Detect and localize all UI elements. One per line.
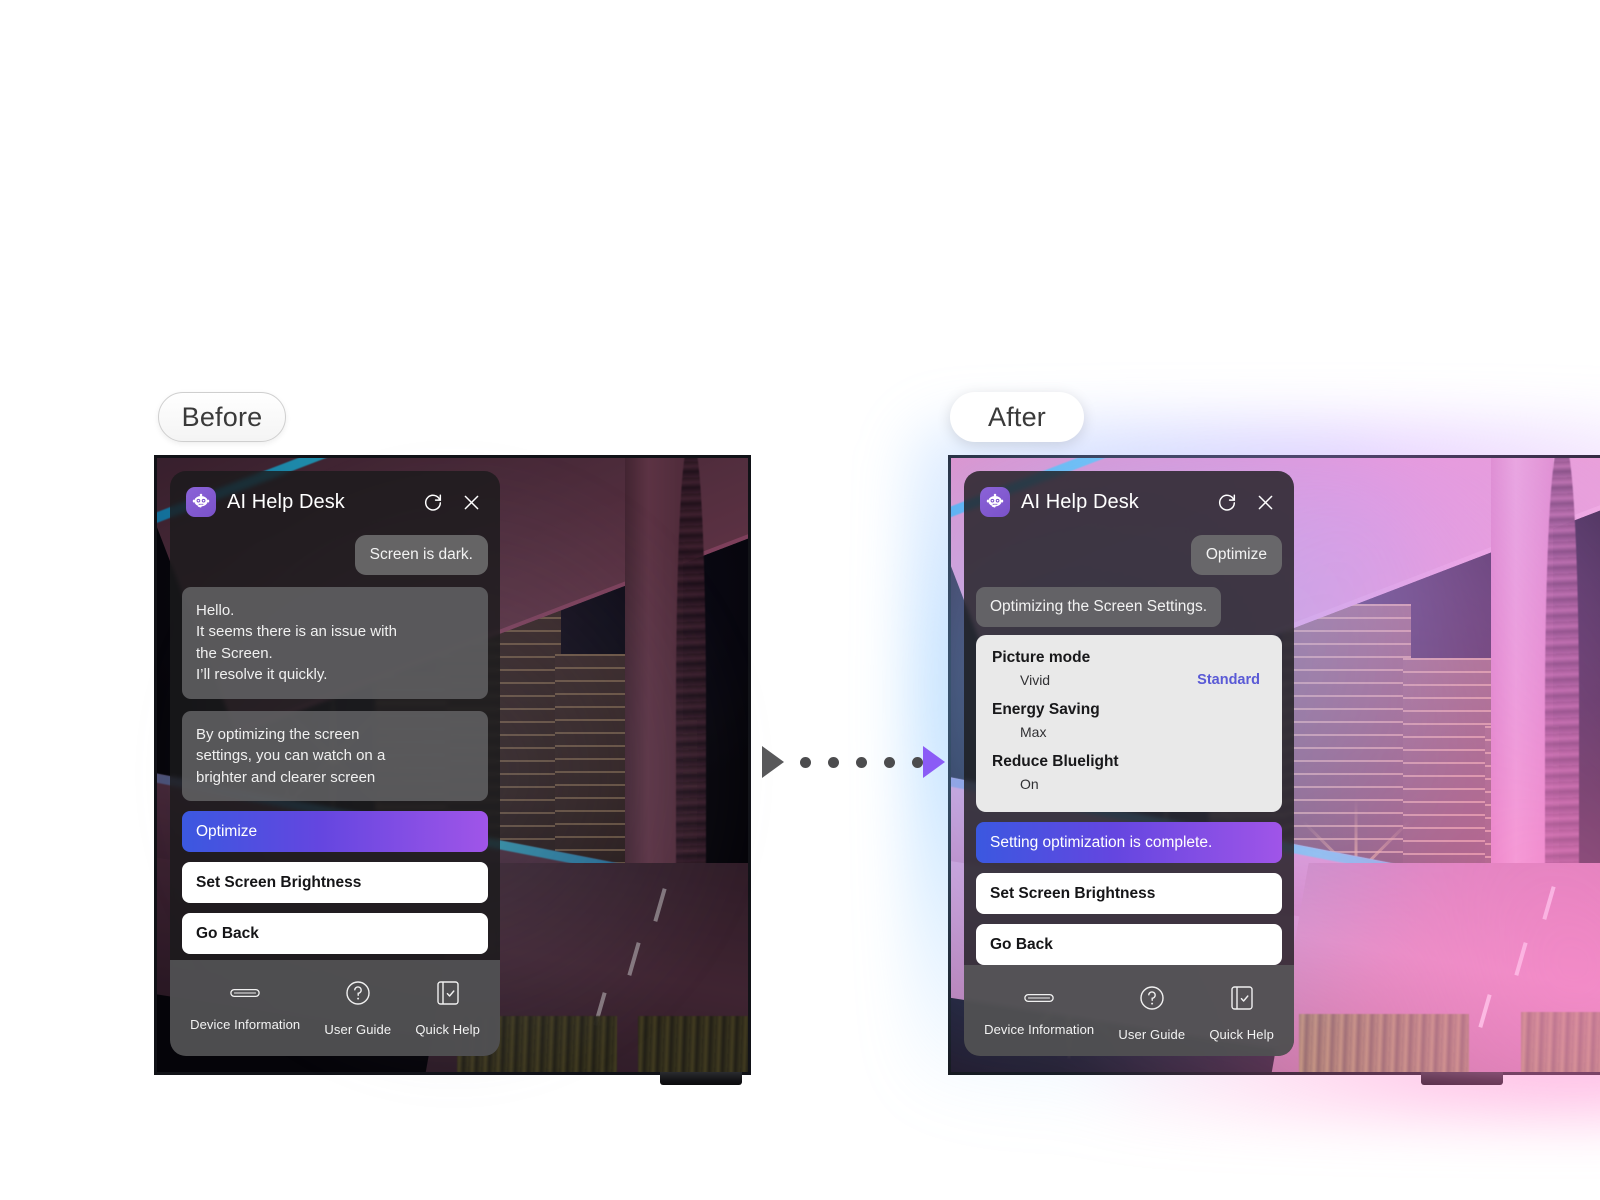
panel-header: AI Help Desk — [170, 471, 500, 533]
footer-item-user-guide[interactable]: User Guide — [1118, 985, 1185, 1042]
setting-row-reduce-bluelight: Reduce Bluelight On — [992, 753, 1266, 794]
arrow-end-triangle-icon — [923, 746, 945, 778]
footer-label: Device Information — [984, 1021, 1095, 1037]
user-message-bubble: Optimize — [1190, 535, 1282, 575]
setting-row-picture-mode: Picture mode Vivid Standard — [992, 649, 1266, 690]
arrow-dot — [800, 756, 811, 768]
settings-result-card: Picture mode Vivid Standard Energy Savin… — [976, 635, 1282, 812]
setting-values: Max — [992, 722, 1266, 742]
refresh-icon[interactable] — [1214, 489, 1240, 515]
setting-values: Vivid Standard — [992, 670, 1266, 690]
footer-item-user-guide[interactable]: User Guide — [324, 980, 391, 1037]
footer-item-quick-help[interactable]: Quick Help — [1209, 985, 1274, 1042]
checklist-book-icon — [436, 980, 460, 1011]
label-after: After — [950, 392, 1084, 442]
footer-label: User Guide — [324, 1021, 392, 1037]
setting-new-value: Standard — [1197, 672, 1260, 688]
footer-label: Quick Help — [415, 1021, 480, 1037]
robot-icon — [186, 487, 216, 517]
arrow-dot — [856, 756, 867, 768]
panel-title: AI Help Desk — [1021, 490, 1139, 513]
setting-row-energy-saving: Energy Saving Max — [992, 701, 1266, 742]
label-before: Before — [158, 392, 286, 442]
screenshot-canvas: Before After AI Help Desk Screen is dark… — [0, 0, 1600, 1200]
arrow-dot — [828, 756, 839, 768]
panel-header: AI Help Desk — [964, 471, 1294, 533]
user-message-bubble: Screen is dark. — [354, 535, 488, 575]
transition-arrow — [762, 742, 945, 782]
remote-control-icon — [230, 985, 260, 1006]
ai-help-desk-panel: AI Help Desk Screen is dark. Hello. It s… — [170, 471, 500, 1056]
refresh-icon[interactable] — [420, 489, 446, 515]
question-circle-icon — [1139, 985, 1165, 1016]
go-back-button[interactable]: Go Back — [976, 924, 1282, 965]
robot-icon — [980, 487, 1010, 517]
panel-conversation: Screen is dark. Hello. It seems there is… — [170, 533, 500, 960]
arrow-dot — [912, 756, 923, 768]
optimize-button[interactable]: Optimize — [182, 811, 488, 853]
panel-conversation: Optimize Optimizing the Screen Settings.… — [964, 533, 1294, 965]
setting-values: On — [992, 774, 1266, 794]
bot-message-bubble-suggestion: By optimizing the screen settings, you c… — [182, 710, 488, 802]
set-screen-brightness-button[interactable]: Set Screen Brightness — [976, 873, 1282, 914]
panel-footer-nav: Device Information User Guide Quick Help — [170, 960, 500, 1056]
checklist-book-icon — [1230, 985, 1254, 1016]
optimization-complete-button[interactable]: Setting optimization is complete. — [976, 822, 1282, 863]
footer-label: Quick Help — [1209, 1026, 1274, 1042]
label-after-text: After — [987, 401, 1047, 432]
remote-control-icon — [1024, 990, 1054, 1011]
setting-old-value: Vivid — [1020, 672, 1051, 688]
set-screen-brightness-button[interactable]: Set Screen Brightness — [182, 862, 488, 904]
arrow-start-triangle-icon — [762, 746, 784, 778]
setting-name: Reduce Bluelight — [992, 753, 1119, 770]
close-icon[interactable] — [458, 489, 484, 515]
bot-message-bubble-greeting: Hello. It seems there is an issue with t… — [182, 587, 488, 699]
panel-footer-nav: Device Information User Guide Quick Help — [964, 965, 1294, 1056]
label-before-text: Before — [181, 401, 263, 432]
close-icon[interactable] — [1252, 489, 1278, 515]
footer-item-device-information[interactable]: Device Information — [190, 985, 300, 1032]
footer-label: User Guide — [1118, 1026, 1186, 1042]
ai-help-desk-panel: AI Help Desk Optimize Optimizing the Scr… — [964, 471, 1294, 1056]
go-back-button[interactable]: Go Back — [182, 913, 488, 955]
footer-label: Device Information — [190, 1016, 301, 1032]
setting-name: Energy Saving — [992, 701, 1100, 718]
setting-old-value: On — [1020, 776, 1039, 792]
status-message-bubble: Optimizing the Screen Settings. — [976, 587, 1222, 627]
panel-title: AI Help Desk — [227, 490, 345, 513]
setting-old-value: Max — [1020, 724, 1047, 740]
footer-item-device-information[interactable]: Device Information — [984, 990, 1094, 1037]
question-circle-icon — [345, 980, 371, 1011]
footer-item-quick-help[interactable]: Quick Help — [415, 980, 480, 1037]
setting-name: Picture mode — [992, 649, 1091, 666]
arrow-dots — [800, 756, 923, 768]
arrow-dot — [884, 756, 895, 768]
